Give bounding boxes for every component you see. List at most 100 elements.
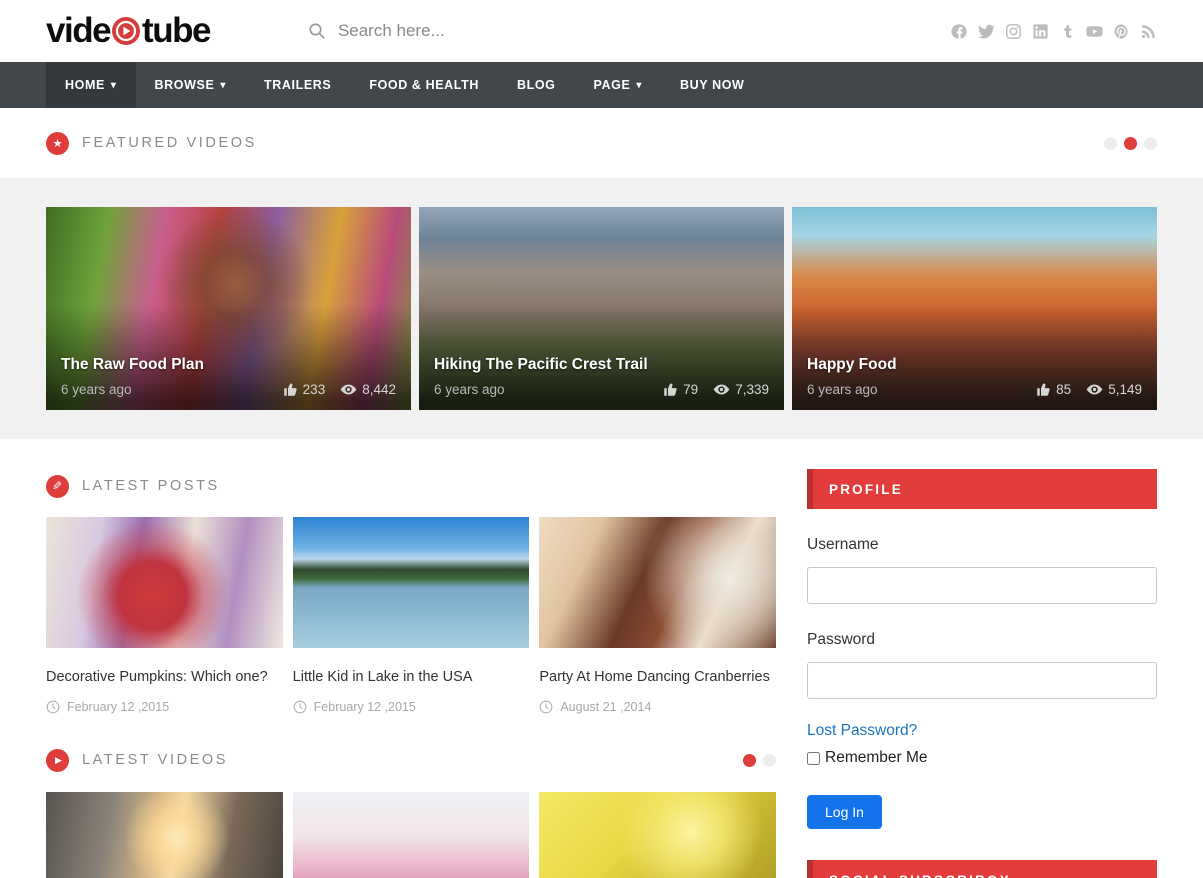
username-label: Username	[807, 536, 1157, 554]
post-thumbnail	[46, 517, 283, 648]
remember-me-checkbox[interactable]	[807, 752, 820, 765]
view-count: 7,339	[735, 382, 769, 397]
pinterest-icon[interactable]	[1113, 23, 1130, 40]
widget-title: PROFILE	[829, 482, 903, 497]
clock-icon	[293, 700, 307, 714]
video-thumbnail	[46, 792, 283, 878]
like-count: 79	[683, 382, 698, 397]
linkedin-icon[interactable]	[1032, 23, 1049, 40]
post-title: Party At Home Dancing Cranberries	[539, 669, 776, 685]
site-logo[interactable]: vide tube	[46, 11, 210, 51]
post-date: August 21 ,2014	[560, 700, 651, 714]
video-age: 6 years ago	[807, 382, 878, 397]
nav-item-trailers[interactable]: TRAILERS	[245, 62, 350, 108]
like-count: 85	[1056, 382, 1071, 397]
thumbs-up-icon	[283, 382, 298, 397]
nav-item-page[interactable]: PAGE	[575, 62, 662, 108]
search-box	[308, 21, 558, 41]
post-thumbnail	[293, 517, 530, 648]
latest-videos-header: LATEST VIDEOS	[46, 743, 776, 777]
password-field[interactable]	[807, 662, 1157, 699]
main-nav: HOME BROWSE TRAILERS FOOD & HEALTH BLOG …	[0, 62, 1203, 108]
section-title: LATEST POSTS	[82, 478, 220, 494]
nav-item-food-health[interactable]: FOOD & HEALTH	[350, 62, 498, 108]
login-button[interactable]: Log In	[807, 795, 882, 829]
featured-video-card[interactable]: Happy Food 6 years ago 85 5,149	[792, 207, 1157, 410]
nav-item-blog[interactable]: BLOG	[498, 62, 575, 108]
clock-icon	[46, 700, 60, 714]
video-title: Hiking The Pacific Crest Trail	[434, 356, 769, 374]
content-column: LATEST POSTS Decorative Pumpkins: Which …	[46, 469, 776, 878]
eye-icon	[713, 381, 730, 398]
featured-video-card[interactable]: Hiking The Pacific Crest Trail 6 years a…	[419, 207, 784, 410]
latest-videos-grid	[46, 792, 776, 878]
carousel-dot[interactable]	[763, 754, 776, 767]
carousel-dot[interactable]	[1144, 137, 1157, 150]
lost-password-link[interactable]: Lost Password?	[807, 722, 917, 740]
top-header: vide tube	[0, 0, 1203, 62]
post-date: February 12 ,2015	[314, 700, 416, 714]
subscribox-widget-header: SOCIAL SUBSCRIBOX	[807, 860, 1157, 878]
video-thumbnail	[293, 792, 530, 878]
video-card[interactable]	[539, 792, 776, 878]
view-count: 8,442	[362, 382, 396, 397]
carousel-dot[interactable]	[1104, 137, 1117, 150]
carousel-dot-active[interactable]	[743, 754, 756, 767]
post-title: Decorative Pumpkins: Which one?	[46, 669, 283, 685]
thumbs-up-icon	[1036, 382, 1051, 397]
featured-carousel: The Raw Food Plan 6 years ago 233 8,442 …	[0, 178, 1203, 439]
latest-videos-dots	[743, 754, 776, 767]
remember-me: Remember Me	[807, 749, 1157, 767]
video-age: 6 years ago	[61, 382, 132, 397]
latest-posts-header: LATEST POSTS	[46, 469, 776, 503]
facebook-icon[interactable]	[951, 23, 968, 40]
like-count: 233	[303, 382, 326, 397]
chevron-down-icon	[111, 80, 117, 91]
latest-posts-grid: Decorative Pumpkins: Which one? February…	[46, 517, 776, 714]
youtube-icon[interactable]	[1086, 23, 1103, 40]
eye-icon	[340, 381, 357, 398]
featured-videos-header: FEATURED VIDEOS	[0, 108, 1203, 178]
search-icon[interactable]	[308, 22, 326, 40]
logo-text-left: vide	[46, 11, 110, 51]
post-card[interactable]: Little Kid in Lake in the USA February 1…	[293, 517, 530, 714]
video-title: Happy Food	[807, 356, 1142, 374]
search-input[interactable]	[338, 21, 558, 41]
remember-me-label: Remember Me	[825, 749, 928, 767]
tumblr-icon[interactable]	[1059, 23, 1076, 40]
carousel-dot-active[interactable]	[1124, 137, 1137, 150]
video-thumbnail	[539, 792, 776, 878]
nav-item-buy-now[interactable]: BUY NOW	[661, 62, 763, 108]
nav-item-home[interactable]: HOME	[46, 62, 136, 108]
video-card[interactable]	[293, 792, 530, 878]
chevron-down-icon	[220, 80, 226, 91]
chevron-down-icon	[636, 80, 642, 91]
post-card[interactable]: Party At Home Dancing Cranberries August…	[539, 517, 776, 714]
nav-item-browse[interactable]: BROWSE	[136, 62, 245, 108]
twitter-icon[interactable]	[978, 23, 995, 40]
play-circle-icon	[111, 16, 141, 46]
profile-widget-header: PROFILE	[807, 469, 1157, 509]
eye-icon	[1086, 381, 1103, 398]
post-title: Little Kid in Lake in the USA	[293, 669, 530, 685]
main-content: LATEST POSTS Decorative Pumpkins: Which …	[0, 439, 1203, 878]
instagram-icon[interactable]	[1005, 23, 1022, 40]
username-field[interactable]	[807, 567, 1157, 604]
rss-icon[interactable]	[1140, 23, 1157, 40]
view-count: 5,149	[1108, 382, 1142, 397]
password-label: Password	[807, 631, 1157, 649]
section-title: LATEST VIDEOS	[82, 752, 228, 768]
post-thumbnail	[539, 517, 776, 648]
post-date: February 12 ,2015	[67, 700, 169, 714]
thumbs-up-icon	[663, 382, 678, 397]
pencil-icon	[46, 475, 69, 498]
post-card[interactable]: Decorative Pumpkins: Which one? February…	[46, 517, 283, 714]
sidebar: PROFILE Username Password Lost Password?…	[807, 469, 1157, 878]
video-card[interactable]	[46, 792, 283, 878]
play-icon	[46, 749, 69, 772]
star-icon	[46, 132, 69, 155]
featured-video-card[interactable]: The Raw Food Plan 6 years ago 233 8,442	[46, 207, 411, 410]
video-age: 6 years ago	[434, 382, 505, 397]
logo-text-right: tube	[142, 11, 210, 51]
section-title: FEATURED VIDEOS	[82, 135, 257, 151]
